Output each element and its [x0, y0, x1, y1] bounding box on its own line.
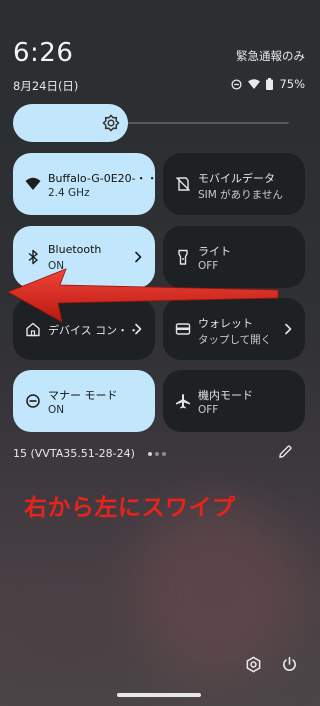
tile-title: Bluetooth	[48, 243, 102, 256]
do-not-disturb-status-icon	[231, 78, 242, 90]
swipe-instruction-caption: 右から左にスワイプ	[24, 495, 236, 521]
swipe-arrow-annotation	[7, 268, 279, 323]
tile-subtitle: ON	[48, 404, 65, 416]
quick-tile-do-not-disturb[interactable]: マナー モード ON	[13, 370, 155, 432]
no-sim-icon	[176, 177, 190, 191]
page-dot	[155, 452, 159, 456]
quick-tile-no-sim[interactable]: モバイルデータ SIM がありません	[163, 153, 305, 215]
build-number[interactable]: 15 (VVTA35.51-28-24)	[13, 447, 135, 460]
tile-title: マナー モード	[48, 389, 118, 402]
brightness-slider[interactable]	[13, 104, 289, 142]
settings-gear-icon[interactable]	[245, 656, 262, 673]
wifi-status-icon	[248, 79, 261, 89]
tile-title: モバイルデータ	[198, 172, 275, 185]
tile-title: ライト	[198, 245, 231, 258]
battery-percentage: 75%	[279, 77, 305, 91]
battery-icon	[266, 78, 274, 90]
status-icons: 75%	[231, 77, 305, 91]
wifi-icon	[25, 177, 41, 190]
edit-pencil-icon[interactable]	[278, 444, 293, 459]
airplane-icon	[176, 394, 190, 409]
tile-subtitle: OFF	[198, 404, 219, 416]
wallpaper-blur	[10, 560, 130, 680]
page-indicator	[148, 452, 166, 456]
power-icon[interactable]	[281, 656, 298, 673]
do-not-disturb-icon	[26, 394, 40, 408]
tile-subtitle: 2.4 GHz	[48, 187, 90, 199]
clock[interactable]: 6:26	[13, 38, 73, 68]
wallpaper-blur	[130, 500, 300, 680]
page-dot	[162, 452, 166, 456]
tile-subtitle: SIM がありません	[198, 189, 283, 201]
brightness-icon	[102, 114, 120, 132]
tile-title: 機内モード	[198, 389, 253, 402]
page-dot	[148, 452, 152, 456]
chevron-right-icon	[135, 251, 142, 263]
brightness-slider-track	[123, 122, 289, 124]
date[interactable]: 8月24日(日)	[13, 78, 78, 94]
quick-tile-wifi[interactable]: Buffalo-G-0E20-・・ 2.4 GHz	[13, 153, 158, 215]
bluetooth-icon	[28, 249, 38, 265]
tile-title: Buffalo-G-0E20-・・	[48, 172, 158, 185]
tile-subtitle: タップして開く	[198, 334, 272, 346]
quick-tile-airplane[interactable]: 機内モード OFF	[163, 370, 305, 432]
gesture-nav-handle[interactable]	[117, 693, 201, 697]
flashlight-icon	[178, 249, 188, 265]
emergency-calls-only-label: 緊急通報のみ	[236, 49, 305, 63]
